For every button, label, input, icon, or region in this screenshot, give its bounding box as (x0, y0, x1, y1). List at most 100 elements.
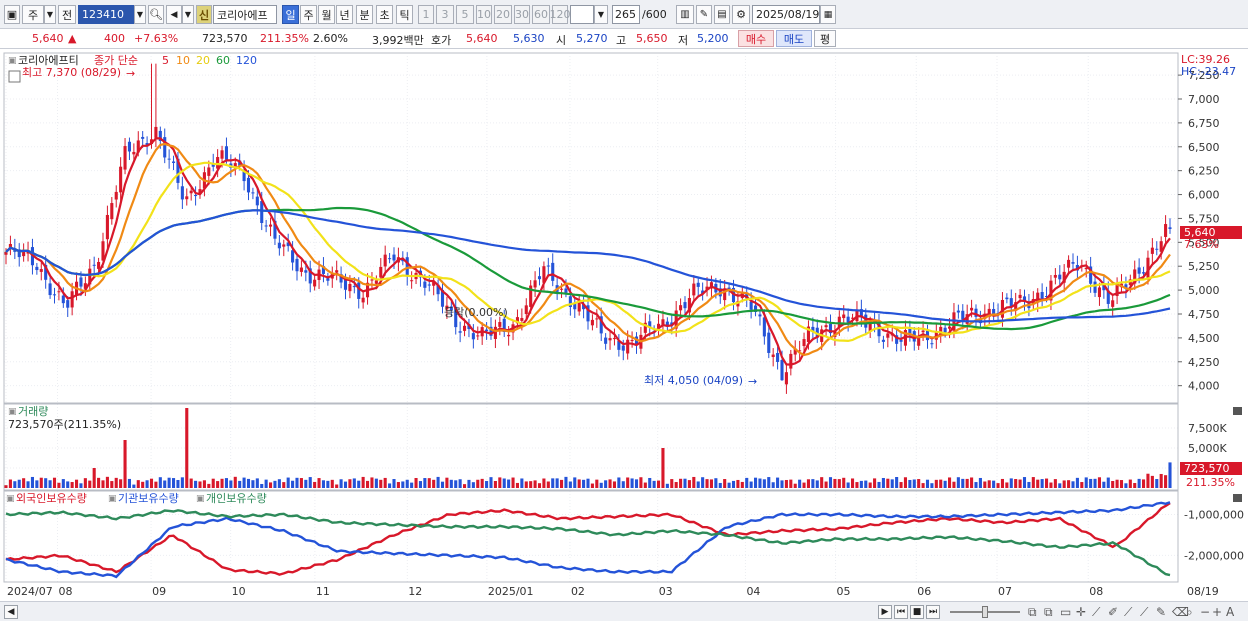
volume-bar (652, 480, 656, 488)
draw-icon[interactable]: ✐ (1108, 605, 1118, 619)
period-3-button[interactable]: 년 (336, 5, 353, 24)
volume-bar (873, 478, 877, 488)
volume-bar (705, 479, 709, 488)
tools-icon[interactable]: ✎ (696, 5, 712, 24)
volume-bar (952, 481, 956, 488)
volume-bar (167, 477, 171, 488)
volume-bar (745, 477, 749, 488)
hc-label: HC:-23.47 (1181, 65, 1236, 78)
interval-input[interactable] (570, 5, 594, 24)
volume-bar (423, 478, 427, 488)
code-dropdown-icon[interactable]: ▼ (134, 5, 146, 24)
interval-4-button[interactable]: 20 (494, 5, 512, 24)
candle-body (313, 279, 317, 287)
interval-5-button[interactable]: 30 (514, 5, 530, 24)
period-5-button[interactable]: 초 (376, 5, 393, 24)
scroll-right-icon[interactable]: ▶ (878, 605, 892, 619)
market-type-select[interactable]: 전 (58, 5, 76, 24)
stock-code-input[interactable]: 123410 (78, 5, 134, 24)
volume-bar (295, 477, 299, 488)
gear-icon[interactable]: ⚙ (732, 5, 750, 24)
interval-3-button[interactable]: 10 (476, 5, 492, 24)
volume-bar (1093, 478, 1097, 488)
volume-bar (987, 480, 991, 488)
period-0-button[interactable]: 일 (282, 5, 299, 24)
date-input[interactable]: 2025/08/19 (752, 5, 820, 24)
window-icon[interactable]: ▣ (4, 5, 20, 24)
candle-body (361, 297, 365, 303)
holdings-panel-close-icon[interactable] (1233, 494, 1242, 502)
first-page-icon[interactable]: ⏮ (894, 605, 908, 619)
layout-icon[interactable]: ⧉ (1028, 605, 1037, 620)
search-icon[interactable]: 🔍︎ (148, 5, 164, 24)
candle-body (97, 261, 101, 269)
interval-0-button[interactable]: 1 (418, 5, 434, 24)
price-y-tick: 4,000 (1188, 380, 1220, 393)
ruler-icon[interactable]: ⟋ (1124, 605, 1132, 620)
volume-bar (560, 479, 564, 488)
candle-body (471, 333, 475, 340)
split-icon[interactable]: ▭ (1060, 605, 1071, 619)
trendline-icon[interactable]: ⟋ (1092, 605, 1100, 620)
fibo-icon[interactable]: ⟋ (1140, 605, 1148, 620)
interval-7-button[interactable]: 120 (550, 5, 571, 24)
interval-dropdown-icon[interactable]: ▼ (594, 5, 608, 24)
new-badge[interactable]: 신 (196, 5, 212, 24)
volume-panel-close-icon[interactable] (1233, 407, 1242, 415)
text-tool-icon[interactable]: ✎ (1156, 605, 1166, 619)
count-input[interactable]: 265 (612, 5, 640, 24)
market-select[interactable]: 주 (22, 5, 44, 24)
zoom-out-icon[interactable]: − (1200, 605, 1210, 619)
volume-bar (471, 482, 475, 488)
interval-6-button[interactable]: 60 (532, 5, 550, 24)
candle-body (123, 146, 127, 170)
period-4-button[interactable]: 분 (356, 5, 373, 24)
buy-button[interactable]: 매수 (738, 30, 774, 47)
candle-body (749, 301, 753, 310)
last-page-icon[interactable]: ⏭ (926, 605, 940, 619)
candle-body (255, 196, 259, 206)
stop-icon[interactable]: ■ (910, 605, 924, 619)
volume-bar (1005, 482, 1009, 488)
volume-bar (789, 479, 793, 488)
volume-bar (70, 482, 74, 488)
sell-button[interactable]: 매도 (776, 30, 812, 47)
interval-2-button[interactable]: 5 (456, 5, 474, 24)
interval-1-button[interactable]: 3 (436, 5, 454, 24)
volume-bar (1137, 478, 1141, 488)
volume-bar (881, 477, 885, 488)
speaker-icon[interactable]: ◀ (166, 5, 182, 24)
stock-name-field: 코리아에프 (213, 5, 277, 24)
volume-last-pct: 211.35% (1186, 476, 1235, 489)
chart-scrollbar[interactable]: ◀ ▶ ⏮ ■ ⏭ ⧉ ⧉ ▭ ✛ ⟋ ✐ ⟋ ⟋ ✎ ⌫ ⌕ − + A (0, 601, 1248, 621)
volume-bar (194, 480, 198, 488)
volume-bar (1040, 479, 1044, 488)
zoom-slider-handle[interactable] (982, 606, 988, 618)
candle-type-icon[interactable]: ▥ (676, 5, 694, 24)
volume-bar (736, 479, 740, 488)
volume-bar (458, 479, 462, 488)
candle-body (621, 345, 625, 351)
period-6-button[interactable]: 틱 (396, 5, 413, 24)
calendar-icon[interactable]: ▦ (820, 5, 836, 24)
volume-bar (551, 478, 555, 488)
avg-button[interactable]: 평 (814, 30, 836, 47)
volume-bar (590, 483, 594, 488)
chevron-down-icon[interactable]: ▼ (44, 5, 56, 24)
volume-bar (793, 483, 797, 488)
period-2-button[interactable]: 월 (318, 5, 335, 24)
font-size-icon[interactable]: A (1226, 605, 1234, 619)
price-y-tick: 5,000 (1188, 284, 1220, 297)
save-icon[interactable]: ▤ (714, 5, 730, 24)
zoom-in-icon[interactable]: + (1212, 605, 1222, 619)
volume-bar (1027, 481, 1031, 488)
copy-icon[interactable]: ⧉ (1044, 605, 1053, 620)
scroll-left-icon[interactable]: ◀ (4, 605, 18, 619)
period-1-button[interactable]: 주 (300, 5, 317, 24)
speaker-dropdown-icon[interactable]: ▼ (182, 5, 194, 24)
stock-chart[interactable]: 7,2507,0006,7506,5006,2506,0005,7505,500… (0, 50, 1248, 606)
volume-bar (61, 479, 65, 488)
table-toggle-icon[interactable] (8, 70, 21, 83)
zoom-icon[interactable]: ⌕ (1186, 605, 1193, 620)
crosshair-icon[interactable]: ✛ (1076, 605, 1086, 619)
